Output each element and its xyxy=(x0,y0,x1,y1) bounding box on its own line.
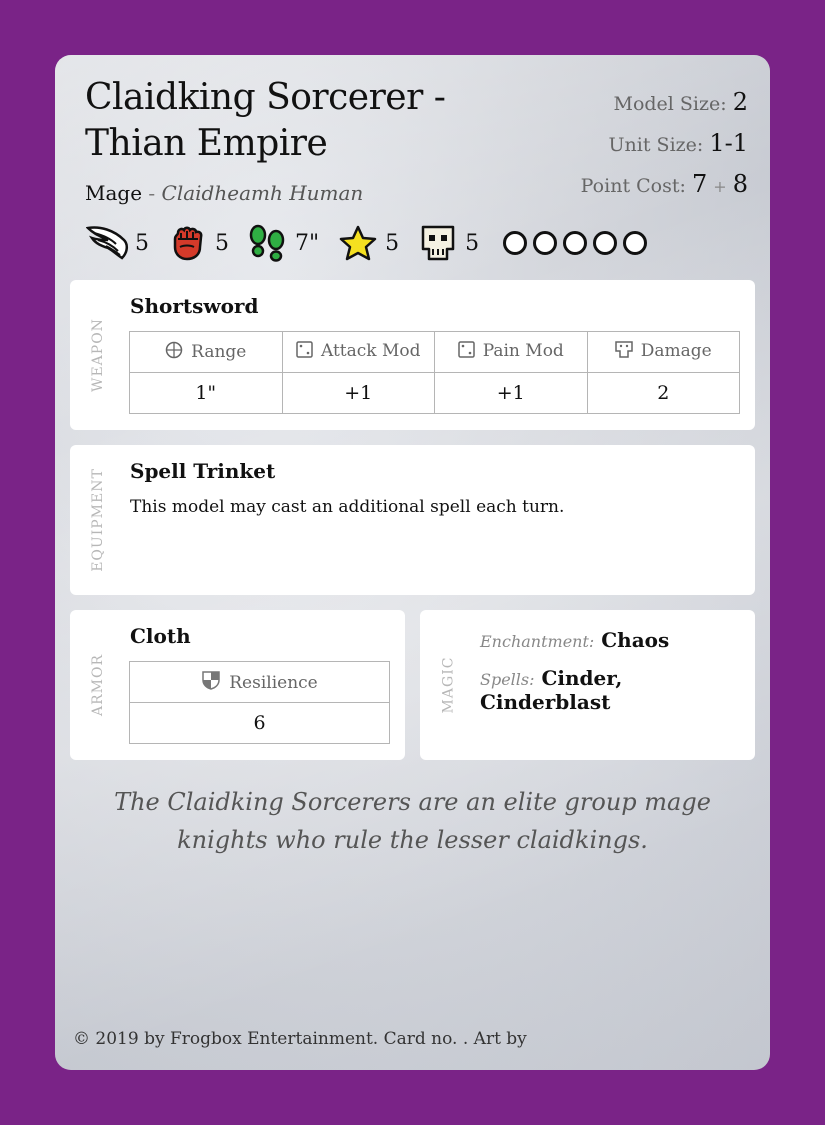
type-separator: - xyxy=(148,181,156,205)
point-cost-label: Point Cost: xyxy=(580,175,686,197)
armor-stats-table: Resilience 6 xyxy=(129,661,390,744)
unit-size-row: Unit Size: 1-1 xyxy=(581,126,748,167)
stat-melee: 5 xyxy=(165,223,229,263)
stat-agility: 5 xyxy=(85,223,149,263)
wound-pip[interactable] xyxy=(593,231,618,255)
pain-mod-value: +1 xyxy=(434,372,588,414)
unit-card: Claidking Sorcerer - Thian Empire Mage -… xyxy=(55,55,770,1070)
range-label: Range xyxy=(191,341,247,362)
weapon-section-label: Weapon xyxy=(90,318,106,392)
wound-track xyxy=(503,231,653,255)
copyright-footer: © 2019 by Frogbox Entertainment. Card no… xyxy=(73,1029,527,1049)
equipment-panel: Equipment Spell Trinket This model may c… xyxy=(70,445,755,595)
wound-pip[interactable] xyxy=(563,231,588,255)
skull-icon xyxy=(415,223,461,263)
magic-panel: Magic Enchantment: Chaos Spells: Cinder,… xyxy=(420,610,755,760)
unit-race: Claidheamh Human xyxy=(161,181,364,205)
wound-pip[interactable] xyxy=(533,231,558,255)
stat-value: 5 xyxy=(135,230,149,256)
die-icon xyxy=(457,341,475,363)
stat-leadership: 5 xyxy=(335,223,399,263)
point-cost-base: 7 xyxy=(691,170,708,198)
resilience-header: Resilience xyxy=(129,661,390,703)
attack-mod-value: +1 xyxy=(281,372,435,414)
fist-icon xyxy=(165,223,211,263)
model-size-row: Model Size: 2 xyxy=(581,85,749,126)
flavor-text: The Claidking Sorcerers are an elite gro… xyxy=(114,788,711,854)
unit-info: Model Size: 2 Unit Size: 1-1 Point Cost:… xyxy=(581,85,748,208)
equipment-name: Spell Trinket xyxy=(130,459,276,483)
stat-value: 5 xyxy=(215,230,229,256)
shield-icon xyxy=(201,670,221,695)
unit-size-value: 1-1 xyxy=(709,129,748,157)
resilience-value: 6 xyxy=(129,702,390,744)
resilience-label: Resilience xyxy=(229,672,318,693)
wound-pip[interactable] xyxy=(503,231,528,255)
star-icon xyxy=(335,223,381,263)
stat-value: 7" xyxy=(295,230,320,256)
armor-name: Cloth xyxy=(130,624,191,648)
attack-mod-label: Attack Mod xyxy=(320,341,421,361)
footprints-icon xyxy=(245,223,291,263)
point-cost-plus: + xyxy=(713,177,727,196)
model-size-value: 2 xyxy=(732,88,748,116)
armor-section-label: Armor xyxy=(90,653,107,717)
damage-label: Damage xyxy=(640,341,712,361)
enchantment-label: Enchantment: xyxy=(480,632,595,651)
wound-pip[interactable] xyxy=(623,231,648,255)
pain-mod-header: Pain Mod xyxy=(434,331,588,373)
range-header: Range xyxy=(129,331,283,373)
pain-mod-label: Pain Mod xyxy=(482,341,564,361)
model-size-label: Model Size: xyxy=(613,93,727,115)
spells-label: Spells: xyxy=(480,670,535,689)
equipment-description: This model may cast an additional spell … xyxy=(130,497,565,517)
damage-value: 2 xyxy=(586,372,740,414)
stat-value: 5 xyxy=(385,230,400,256)
weapon-name: Shortsword xyxy=(130,294,259,318)
crosshair-icon xyxy=(165,341,183,364)
wing-icon xyxy=(85,223,131,263)
magic-section-label: Magic xyxy=(440,656,456,714)
point-cost-extra: 8 xyxy=(732,170,748,198)
armor-panel: Armor Cloth Resilience 6 xyxy=(70,610,405,760)
range-value: 1" xyxy=(129,372,283,414)
point-cost-row: Point Cost: 7 + 8 xyxy=(581,167,748,208)
weapon-panel: Weapon Shortsword Range Attack Mod Pa xyxy=(70,280,755,430)
unit-class: Mage xyxy=(85,181,143,205)
unit-size-label: Unit Size: xyxy=(608,134,704,156)
attack-mod-header: Attack Mod xyxy=(281,331,435,373)
stat-bar: 5 5 7" 5 5 xyxy=(85,223,653,263)
stat-value: 5 xyxy=(465,230,480,256)
equipment-section-label: Equipment xyxy=(90,468,106,572)
spells-row: Spells: Cinder, Cinderblast xyxy=(480,666,755,714)
damage-die-icon xyxy=(615,341,633,363)
damage-header: Damage xyxy=(586,331,740,373)
enchantment-row: Enchantment: Chaos xyxy=(480,628,669,652)
stat-toughness: 5 xyxy=(415,223,479,263)
die-icon xyxy=(296,341,313,363)
unit-type: Mage - Claidheamh Human xyxy=(85,181,363,205)
card-title: Claidking Sorcerer - Thian Empire xyxy=(85,77,446,164)
enchantment-value: Chaos xyxy=(601,628,670,652)
weapon-stats-table: Range Attack Mod Pain Mod Damage 1" +1 +… xyxy=(129,331,740,414)
stat-movement: 7" xyxy=(245,223,319,263)
